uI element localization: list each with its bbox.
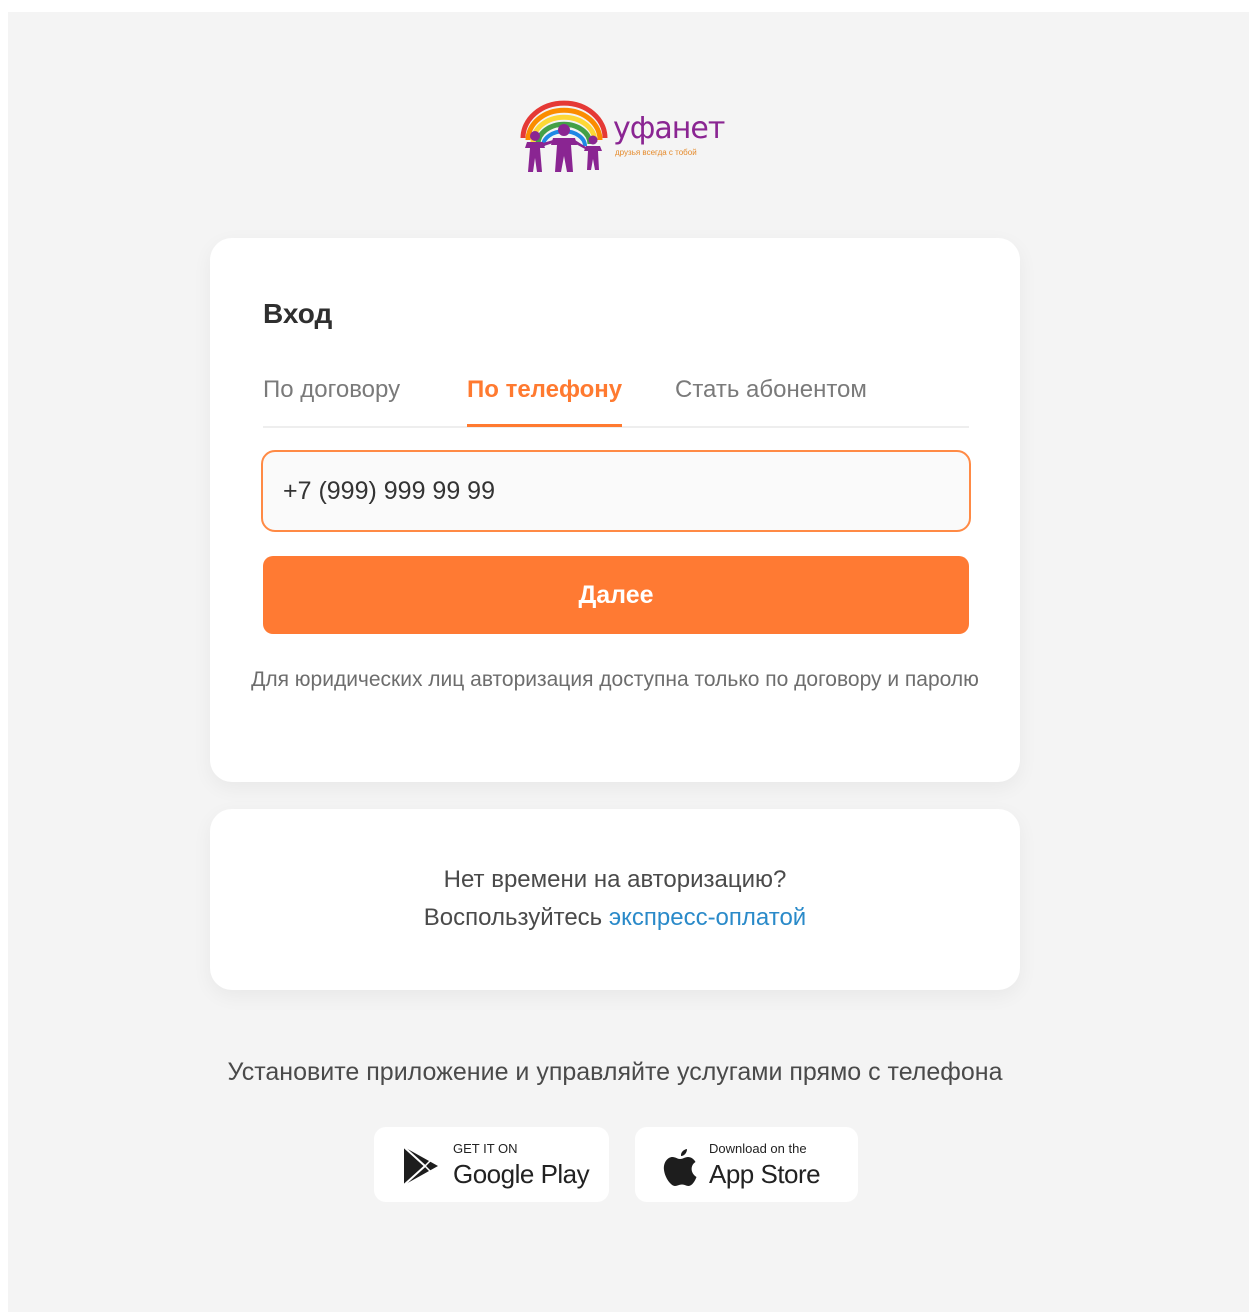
app-store-button[interactable]: Download on the App Store	[635, 1127, 858, 1202]
phone-input[interactable]	[261, 450, 971, 532]
tab-by-phone[interactable]: По телефону	[467, 376, 623, 427]
login-title: Вход	[263, 298, 333, 329]
rainbow-family-icon	[520, 100, 608, 172]
login-card: Вход По договору По телефону Стать абоне…	[210, 238, 1020, 782]
express-question: Нет времени на авторизацию?	[443, 866, 787, 893]
tab-become-subscriber[interactable]: Стать абонентом	[675, 376, 867, 424]
apple-icon	[663, 1149, 697, 1186]
express-payment-text: Нет времени на авторизацию? Воспользуйте…	[210, 861, 1020, 937]
play-icon	[403, 1146, 438, 1186]
app-promo-text: Установите приложение и управляйте услуг…	[227, 1058, 1003, 1086]
next-button[interactable]: Далее	[263, 556, 969, 634]
logo-tagline: друзья всегда с тобой	[615, 148, 697, 157]
google-badge-small: GET IT ON	[453, 1141, 518, 1156]
express-payment-link[interactable]: экспресс-оплатой	[609, 904, 806, 931]
apple-badge-small: Download on the	[709, 1141, 807, 1156]
tab-by-contract[interactable]: По договору	[263, 376, 400, 424]
google-play-button[interactable]: GET IT ON Google Play	[374, 1127, 609, 1202]
page-background: уфанет друзья всегда с тобой Вход По дог…	[8, 12, 1249, 1312]
login-tabs: По договору По телефону Стать абонентом	[263, 368, 969, 428]
apple-badge-big: App Store	[709, 1159, 821, 1189]
google-badge-big: Google Play	[453, 1159, 590, 1189]
ufanet-logo[interactable]: уфанет друзья всегда с тобой	[513, 98, 728, 174]
express-payment-card: Нет времени на авторизацию? Воспользуйте…	[210, 809, 1020, 990]
logo-wordmark: уфанет	[613, 111, 725, 146]
express-prefix: Воспользуйтесь	[423, 904, 603, 931]
legal-entities-note: Для юридических лиц авторизация доступна…	[251, 668, 979, 691]
